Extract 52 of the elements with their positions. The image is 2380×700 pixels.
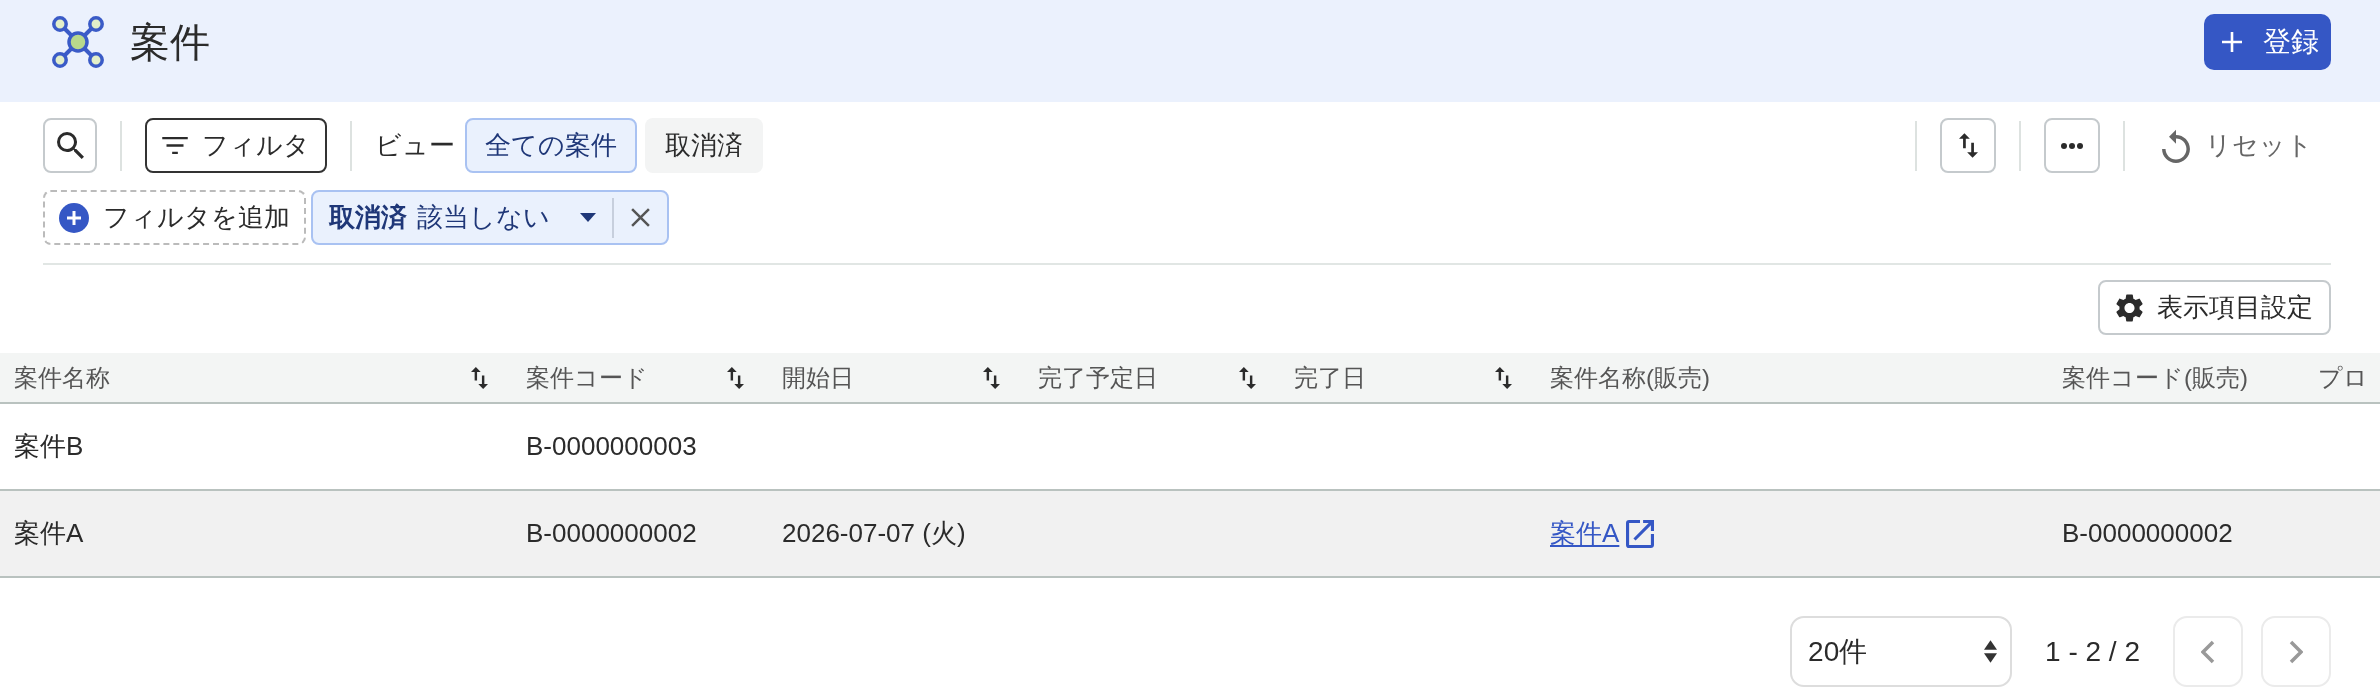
sort-icon[interactable] bbox=[727, 366, 744, 389]
reset-button[interactable]: リセット bbox=[2148, 118, 2331, 173]
column-header[interactable]: プロ bbox=[2318, 359, 2368, 396]
column-header[interactable]: 開始日 bbox=[782, 359, 854, 396]
close-icon[interactable] bbox=[630, 207, 651, 228]
caret-down-icon[interactable] bbox=[580, 213, 596, 222]
filter-button[interactable]: フィルタ bbox=[145, 118, 327, 173]
add-filter-button[interactable]: フィルタを追加 bbox=[43, 190, 306, 245]
external-link-icon bbox=[1626, 519, 1655, 548]
search-icon bbox=[56, 132, 84, 159]
reset-icon bbox=[2162, 128, 2190, 163]
column-header[interactable]: 完了予定日 bbox=[1038, 359, 1158, 396]
filter-icon bbox=[162, 137, 188, 154]
column-header[interactable]: 案件コード bbox=[526, 359, 648, 396]
gear-icon bbox=[2116, 293, 2143, 322]
filter-value: 該当しない bbox=[417, 201, 550, 234]
column-settings-button[interactable]: 表示項目設定 bbox=[2098, 280, 2331, 335]
column-header[interactable]: 完了日 bbox=[1294, 359, 1366, 396]
view-tab[interactable]: 取消済 bbox=[645, 118, 763, 173]
plus-circle-icon bbox=[59, 202, 89, 233]
sort-button[interactable] bbox=[1940, 118, 1996, 173]
table-cell-text: B-0000000003 bbox=[526, 430, 697, 463]
plus-icon bbox=[2222, 32, 2242, 52]
filter-field: 取消済 bbox=[329, 198, 407, 237]
sort-icon[interactable] bbox=[471, 366, 488, 389]
column-header[interactable]: 案件名称(販売) bbox=[1550, 359, 1710, 396]
sort-icon[interactable] bbox=[1495, 366, 1512, 389]
chevron-left-icon bbox=[2201, 639, 2215, 664]
filter-chip[interactable]: 取消済 該当しない bbox=[311, 190, 669, 245]
chevron-right-icon bbox=[2289, 639, 2303, 664]
table-link[interactable]: 案件A bbox=[1550, 514, 1655, 553]
more-button[interactable] bbox=[2044, 118, 2100, 173]
sort-icon[interactable] bbox=[983, 366, 1000, 389]
table-cell-text: 2026-07-07 (火) bbox=[782, 517, 966, 550]
page-size-select[interactable]: 20件 bbox=[1790, 616, 2013, 687]
sort-icon bbox=[1958, 133, 1978, 158]
register-button[interactable]: 登録 bbox=[2204, 14, 2331, 70]
table-cell-text: B-0000000002 bbox=[526, 517, 697, 550]
search-button[interactable] bbox=[43, 118, 97, 173]
column-header[interactable]: 案件コード(販売) bbox=[2062, 359, 2248, 396]
table-cell-text: 案件A bbox=[14, 517, 84, 550]
more-icon bbox=[2061, 142, 2083, 149]
nodes-icon bbox=[51, 15, 105, 69]
page-title: 案件 bbox=[130, 19, 210, 66]
updown-caret-icon bbox=[1984, 640, 1998, 663]
page-range: 1 - 2 / 2 bbox=[2045, 634, 2140, 669]
column-header[interactable]: 案件名称 bbox=[14, 359, 110, 396]
sort-icon[interactable] bbox=[1239, 366, 1256, 389]
view-tab[interactable]: 全ての案件 bbox=[465, 118, 637, 173]
table-cell-text: 案件B bbox=[14, 430, 84, 463]
view-label: ビュー bbox=[375, 129, 455, 162]
table-cell-text: B-0000000002 bbox=[2062, 517, 2233, 550]
